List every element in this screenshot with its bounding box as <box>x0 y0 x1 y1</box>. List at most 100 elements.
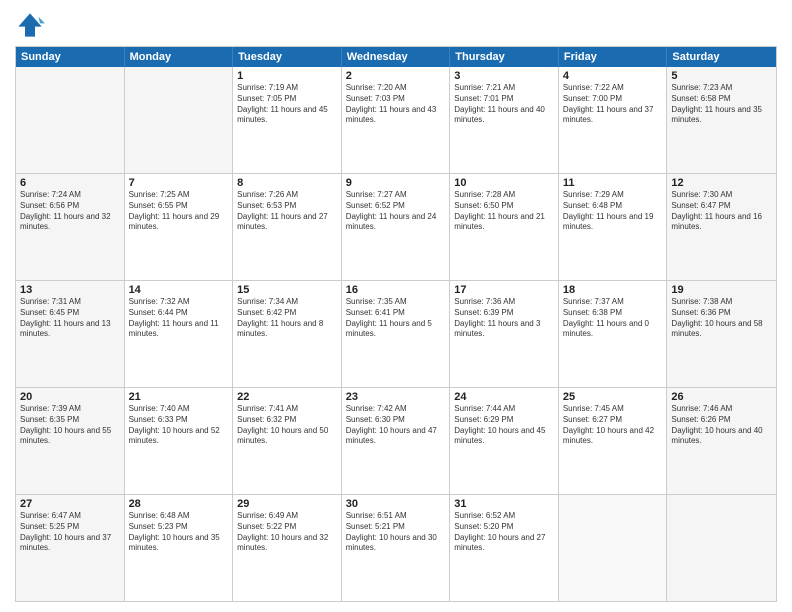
calendar-cell: 28Sunrise: 6:48 AM Sunset: 5:23 PM Dayli… <box>125 495 234 601</box>
calendar-cell: 4Sunrise: 7:22 AM Sunset: 7:00 PM Daylig… <box>559 67 668 173</box>
cell-info: Sunrise: 7:38 AM Sunset: 6:36 PM Dayligh… <box>671 297 772 340</box>
calendar-cell: 22Sunrise: 7:41 AM Sunset: 6:32 PM Dayli… <box>233 388 342 494</box>
calendar-cell: 9Sunrise: 7:27 AM Sunset: 6:52 PM Daylig… <box>342 174 451 280</box>
cell-info: Sunrise: 7:42 AM Sunset: 6:30 PM Dayligh… <box>346 404 446 447</box>
day-number: 15 <box>237 284 337 296</box>
day-number: 18 <box>563 284 663 296</box>
day-number: 29 <box>237 498 337 510</box>
cell-info: Sunrise: 6:51 AM Sunset: 5:21 PM Dayligh… <box>346 511 446 554</box>
day-number: 3 <box>454 70 554 82</box>
cell-info: Sunrise: 7:31 AM Sunset: 6:45 PM Dayligh… <box>20 297 120 340</box>
day-number: 5 <box>671 70 772 82</box>
day-number: 26 <box>671 391 772 403</box>
day-number: 10 <box>454 177 554 189</box>
weekday-header: Friday <box>559 47 668 67</box>
weekday-header: Saturday <box>667 47 776 67</box>
calendar-cell: 17Sunrise: 7:36 AM Sunset: 6:39 PM Dayli… <box>450 281 559 387</box>
day-number: 20 <box>20 391 120 403</box>
calendar-row: 20Sunrise: 7:39 AM Sunset: 6:35 PM Dayli… <box>16 387 776 494</box>
weekday-header: Wednesday <box>342 47 451 67</box>
cell-info: Sunrise: 6:49 AM Sunset: 5:22 PM Dayligh… <box>237 511 337 554</box>
cell-info: Sunrise: 7:25 AM Sunset: 6:55 PM Dayligh… <box>129 190 229 233</box>
cell-info: Sunrise: 7:41 AM Sunset: 6:32 PM Dayligh… <box>237 404 337 447</box>
day-number: 28 <box>129 498 229 510</box>
day-number: 25 <box>563 391 663 403</box>
calendar-cell: 15Sunrise: 7:34 AM Sunset: 6:42 PM Dayli… <box>233 281 342 387</box>
calendar-cell: 18Sunrise: 7:37 AM Sunset: 6:38 PM Dayli… <box>559 281 668 387</box>
cell-info: Sunrise: 7:20 AM Sunset: 7:03 PM Dayligh… <box>346 83 446 126</box>
day-number: 17 <box>454 284 554 296</box>
cell-info: Sunrise: 7:34 AM Sunset: 6:42 PM Dayligh… <box>237 297 337 340</box>
calendar-cell: 14Sunrise: 7:32 AM Sunset: 6:44 PM Dayli… <box>125 281 234 387</box>
day-number: 19 <box>671 284 772 296</box>
calendar-cell: 1Sunrise: 7:19 AM Sunset: 7:05 PM Daylig… <box>233 67 342 173</box>
cell-info: Sunrise: 7:37 AM Sunset: 6:38 PM Dayligh… <box>563 297 663 340</box>
calendar-cell <box>125 67 234 173</box>
day-number: 6 <box>20 177 120 189</box>
cell-info: Sunrise: 7:46 AM Sunset: 6:26 PM Dayligh… <box>671 404 772 447</box>
cell-info: Sunrise: 7:24 AM Sunset: 6:56 PM Dayligh… <box>20 190 120 233</box>
cell-info: Sunrise: 6:48 AM Sunset: 5:23 PM Dayligh… <box>129 511 229 554</box>
day-number: 16 <box>346 284 446 296</box>
cell-info: Sunrise: 7:26 AM Sunset: 6:53 PM Dayligh… <box>237 190 337 233</box>
cell-info: Sunrise: 7:45 AM Sunset: 6:27 PM Dayligh… <box>563 404 663 447</box>
day-number: 23 <box>346 391 446 403</box>
logo <box>15 10 49 40</box>
calendar-cell: 23Sunrise: 7:42 AM Sunset: 6:30 PM Dayli… <box>342 388 451 494</box>
cell-info: Sunrise: 6:52 AM Sunset: 5:20 PM Dayligh… <box>454 511 554 554</box>
calendar-cell: 11Sunrise: 7:29 AM Sunset: 6:48 PM Dayli… <box>559 174 668 280</box>
cell-info: Sunrise: 7:22 AM Sunset: 7:00 PM Dayligh… <box>563 83 663 126</box>
cell-info: Sunrise: 7:28 AM Sunset: 6:50 PM Dayligh… <box>454 190 554 233</box>
day-number: 30 <box>346 498 446 510</box>
calendar-cell: 6Sunrise: 7:24 AM Sunset: 6:56 PM Daylig… <box>16 174 125 280</box>
cell-info: Sunrise: 7:29 AM Sunset: 6:48 PM Dayligh… <box>563 190 663 233</box>
calendar-cell: 16Sunrise: 7:35 AM Sunset: 6:41 PM Dayli… <box>342 281 451 387</box>
calendar-cell: 24Sunrise: 7:44 AM Sunset: 6:29 PM Dayli… <box>450 388 559 494</box>
calendar-cell: 8Sunrise: 7:26 AM Sunset: 6:53 PM Daylig… <box>233 174 342 280</box>
calendar-cell: 21Sunrise: 7:40 AM Sunset: 6:33 PM Dayli… <box>125 388 234 494</box>
weekday-header: Monday <box>125 47 234 67</box>
day-number: 14 <box>129 284 229 296</box>
calendar-cell: 29Sunrise: 6:49 AM Sunset: 5:22 PM Dayli… <box>233 495 342 601</box>
calendar-cell: 10Sunrise: 7:28 AM Sunset: 6:50 PM Dayli… <box>450 174 559 280</box>
weekday-header: Tuesday <box>233 47 342 67</box>
calendar-cell: 25Sunrise: 7:45 AM Sunset: 6:27 PM Dayli… <box>559 388 668 494</box>
calendar-cell: 2Sunrise: 7:20 AM Sunset: 7:03 PM Daylig… <box>342 67 451 173</box>
calendar-cell: 26Sunrise: 7:46 AM Sunset: 6:26 PM Dayli… <box>667 388 776 494</box>
day-number: 12 <box>671 177 772 189</box>
cell-info: Sunrise: 7:27 AM Sunset: 6:52 PM Dayligh… <box>346 190 446 233</box>
calendar-cell: 31Sunrise: 6:52 AM Sunset: 5:20 PM Dayli… <box>450 495 559 601</box>
cell-info: Sunrise: 6:47 AM Sunset: 5:25 PM Dayligh… <box>20 511 120 554</box>
cell-info: Sunrise: 7:21 AM Sunset: 7:01 PM Dayligh… <box>454 83 554 126</box>
day-number: 24 <box>454 391 554 403</box>
calendar-cell: 3Sunrise: 7:21 AM Sunset: 7:01 PM Daylig… <box>450 67 559 173</box>
calendar-cell: 5Sunrise: 7:23 AM Sunset: 6:58 PM Daylig… <box>667 67 776 173</box>
calendar-header: SundayMondayTuesdayWednesdayThursdayFrid… <box>16 47 776 67</box>
logo-icon <box>15 10 45 40</box>
calendar-row: 1Sunrise: 7:19 AM Sunset: 7:05 PM Daylig… <box>16 67 776 173</box>
calendar-body: 1Sunrise: 7:19 AM Sunset: 7:05 PM Daylig… <box>16 67 776 601</box>
cell-info: Sunrise: 7:44 AM Sunset: 6:29 PM Dayligh… <box>454 404 554 447</box>
cell-info: Sunrise: 7:32 AM Sunset: 6:44 PM Dayligh… <box>129 297 229 340</box>
day-number: 9 <box>346 177 446 189</box>
weekday-header: Thursday <box>450 47 559 67</box>
cell-info: Sunrise: 7:35 AM Sunset: 6:41 PM Dayligh… <box>346 297 446 340</box>
day-number: 1 <box>237 70 337 82</box>
day-number: 2 <box>346 70 446 82</box>
calendar: SundayMondayTuesdayWednesdayThursdayFrid… <box>15 46 777 602</box>
calendar-cell <box>559 495 668 601</box>
day-number: 11 <box>563 177 663 189</box>
cell-info: Sunrise: 7:19 AM Sunset: 7:05 PM Dayligh… <box>237 83 337 126</box>
calendar-cell: 12Sunrise: 7:30 AM Sunset: 6:47 PM Dayli… <box>667 174 776 280</box>
calendar-cell <box>667 495 776 601</box>
calendar-cell: 7Sunrise: 7:25 AM Sunset: 6:55 PM Daylig… <box>125 174 234 280</box>
day-number: 4 <box>563 70 663 82</box>
cell-info: Sunrise: 7:36 AM Sunset: 6:39 PM Dayligh… <box>454 297 554 340</box>
cell-info: Sunrise: 7:40 AM Sunset: 6:33 PM Dayligh… <box>129 404 229 447</box>
calendar-cell: 20Sunrise: 7:39 AM Sunset: 6:35 PM Dayli… <box>16 388 125 494</box>
day-number: 22 <box>237 391 337 403</box>
calendar-cell: 27Sunrise: 6:47 AM Sunset: 5:25 PM Dayli… <box>16 495 125 601</box>
day-number: 21 <box>129 391 229 403</box>
calendar-row: 13Sunrise: 7:31 AM Sunset: 6:45 PM Dayli… <box>16 280 776 387</box>
day-number: 27 <box>20 498 120 510</box>
